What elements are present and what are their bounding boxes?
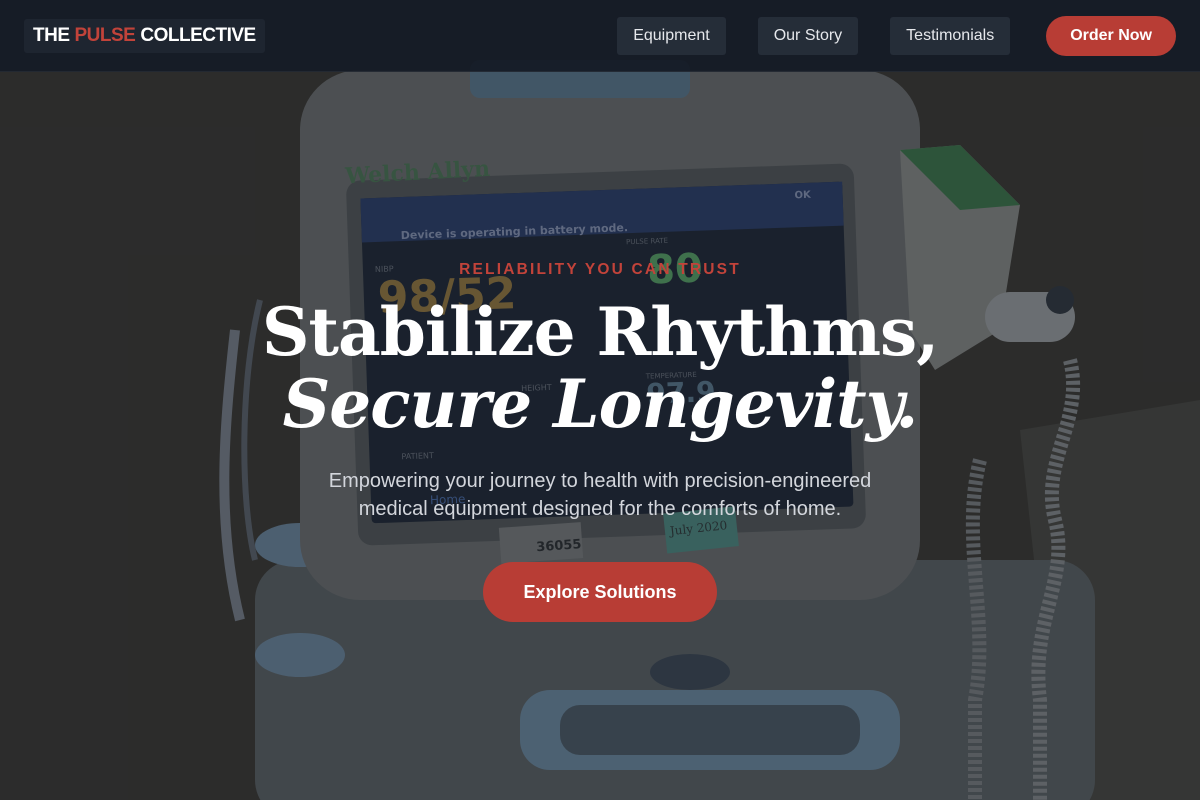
hero-headline-line1: Stabilize Rhythms, xyxy=(261,293,939,371)
brand-logo-part2: PULSE xyxy=(74,24,136,46)
hero-headline: Stabilize Rhythms, Secure Longevity. xyxy=(0,296,1200,440)
order-now-button[interactable]: Order Now xyxy=(1046,15,1176,56)
nav-links: Equipment Our Story Testimonials Order N… xyxy=(617,15,1176,56)
brand-logo[interactable]: THE PULSE COLLECTIVE xyxy=(24,18,265,53)
top-navigation: THE PULSE COLLECTIVE Equipment Our Story… xyxy=(0,0,1200,72)
hero-headline-line2: Secure Longevity. xyxy=(282,365,919,443)
hero-content: RELIABILITY YOU CAN TRUST Stabilize Rhyt… xyxy=(0,0,1200,800)
hero-subtext: Empowering your journey to health with p… xyxy=(328,470,872,520)
nav-link-equipment[interactable]: Equipment xyxy=(617,16,726,55)
hero-eyebrow: RELIABILITY YOU CAN TRUST xyxy=(459,261,741,278)
brand-logo-part3: COLLECTIVE xyxy=(140,24,256,46)
nav-link-testimonials[interactable]: Testimonials xyxy=(890,16,1011,55)
explore-solutions-button[interactable]: Explore Solutions xyxy=(483,562,717,622)
brand-logo-part1: THE xyxy=(33,24,70,46)
nav-link-our-story[interactable]: Our Story xyxy=(757,16,859,55)
